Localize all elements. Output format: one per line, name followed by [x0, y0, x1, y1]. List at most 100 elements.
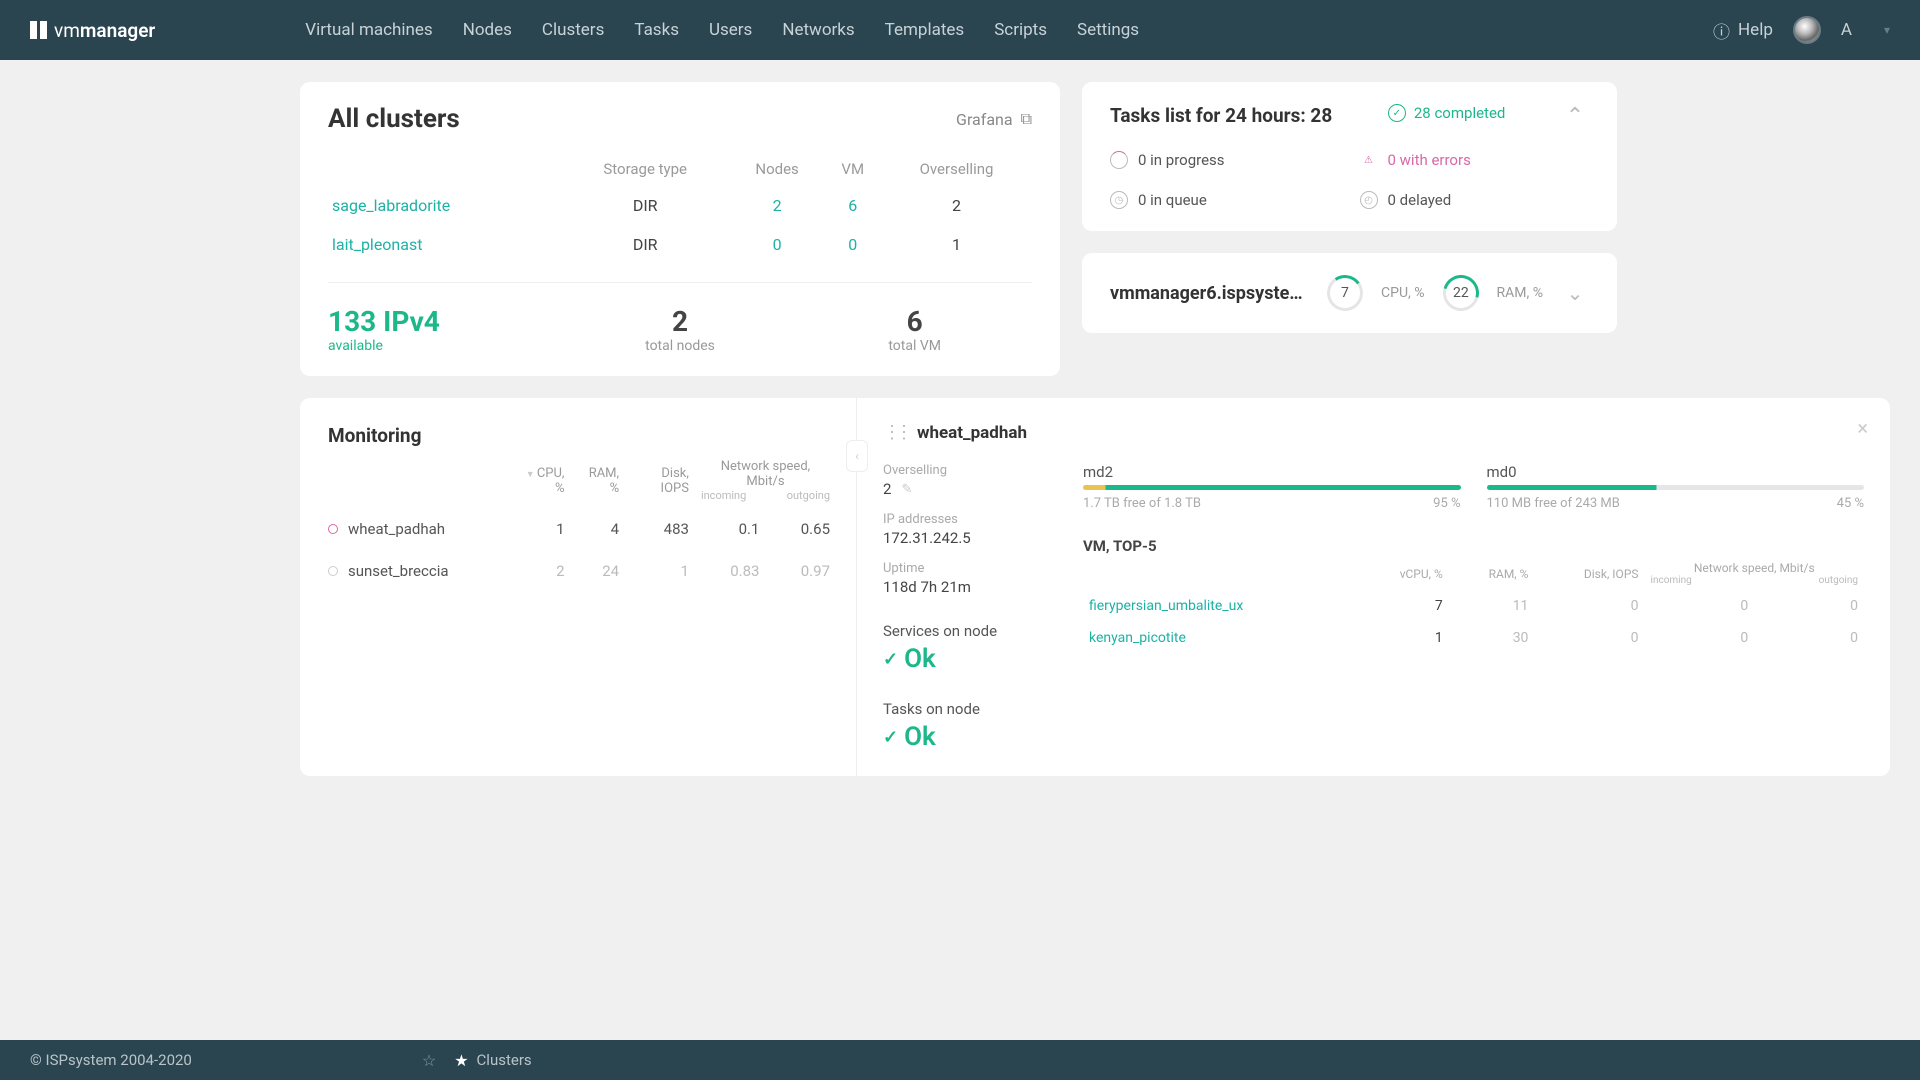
nav-users[interactable]: Users	[709, 20, 752, 40]
nav-vm[interactable]: Virtual machines	[305, 20, 432, 40]
table-row: sage_labradorite DIR 2 6 2	[328, 186, 1032, 225]
footer-tab-clusters[interactable]: ★ Clusters	[454, 1051, 531, 1070]
grafana-link[interactable]: Grafana ⧉	[956, 109, 1032, 129]
nav-tasks[interactable]: Tasks	[634, 20, 679, 40]
external-link-icon: ⧉	[1021, 109, 1032, 129]
ram-label: RAM, %	[1497, 285, 1543, 301]
col-net[interactable]: Network speed, Mbit/s incomingoutgoing	[1645, 557, 1864, 590]
nav-networks[interactable]: Networks	[782, 20, 854, 40]
cell-link[interactable]: 6	[848, 196, 857, 215]
status-dot-icon	[328, 566, 338, 576]
cell: DIR	[561, 225, 730, 264]
cell: 24	[571, 550, 626, 592]
vm-link[interactable]: kenyan_picotite	[1089, 630, 1186, 646]
col-ram[interactable]: RAM, %	[571, 453, 626, 508]
stat-ipv4: 133 IPv4	[328, 305, 563, 338]
chevron-down-icon[interactable]: ▾	[1884, 23, 1890, 37]
nav-scripts[interactable]: Scripts	[994, 20, 1047, 40]
nav-templates[interactable]: Templates	[885, 20, 965, 40]
disk-md0: md0 110 MB free of 243 MB 45 %	[1487, 463, 1865, 511]
cpu-ring: 7	[1324, 272, 1366, 314]
nav-nodes[interactable]: Nodes	[463, 20, 512, 40]
edit-icon[interactable]: ✎	[901, 482, 912, 497]
server-name: vmmanager6.ispsystem…	[1110, 283, 1309, 304]
label: 0 in queue	[1138, 191, 1207, 209]
collapse-icon[interactable]: ⌃	[1561, 104, 1589, 129]
monitoring-table: CPU, % RAM, % Disk, IOPS Network speed, …	[328, 453, 836, 592]
cell: 7	[1358, 590, 1449, 622]
expand-icon[interactable]: ⌄	[1561, 281, 1589, 305]
cell: 0	[1645, 622, 1755, 654]
col-disk[interactable]: Disk, IOPS	[625, 453, 695, 508]
warning-icon: ⚠	[1360, 151, 1378, 169]
tasks-title: Tasks list for 24 hours: 28	[1110, 104, 1332, 127]
stat-nodes: 2	[563, 305, 798, 338]
cell: 0.97	[765, 550, 836, 592]
monitoring-card: Monitoring CPU, % RAM, % Disk, IOPS Netw…	[300, 398, 1890, 776]
col-storage: Storage type	[561, 152, 730, 186]
col-net[interactable]: Network speed, Mbit/s incomingoutgoing	[695, 453, 836, 508]
check-icon: ✓	[883, 727, 898, 748]
cell-link[interactable]: 2	[773, 196, 782, 215]
star-outline-icon[interactable]: ☆	[422, 1051, 436, 1070]
col-vcpu[interactable]: vCPU, %	[1358, 557, 1449, 590]
help-link[interactable]: ⓘ Help	[1713, 18, 1773, 43]
avatar[interactable]	[1793, 16, 1821, 44]
cluster-link[interactable]: sage_labradorite	[332, 196, 450, 215]
clusters-card: All clusters Grafana ⧉ Storage type Node…	[300, 82, 1060, 376]
cell: 2	[881, 186, 1032, 225]
cell: DIR	[561, 186, 730, 225]
disk-free: 1.7 TB free of 1.8 TB	[1083, 496, 1201, 511]
cell: 0	[1645, 590, 1755, 622]
table-row[interactable]: wheat_padhah 1 4 483 0.1 0.65	[328, 508, 836, 550]
spinner-icon	[1110, 151, 1128, 169]
uptime-label: Uptime	[883, 561, 1053, 576]
cell-link[interactable]: 0	[848, 235, 857, 254]
user-name[interactable]: A	[1841, 20, 1852, 40]
drag-icon[interactable]: ⋮⋮	[883, 422, 907, 443]
cell: 0	[1534, 622, 1644, 654]
server-card: vmmanager6.ispsystem… 7 CPU, % 22 RAM, %…	[1082, 253, 1617, 333]
tasks-completed[interactable]: 28 completed	[1414, 104, 1506, 122]
disk-pct: 45 %	[1837, 496, 1864, 511]
monitoring-title: Monitoring	[328, 424, 421, 447]
disk-free: 110 MB free of 243 MB	[1487, 496, 1620, 511]
col-ram[interactable]: RAM, %	[1449, 557, 1535, 590]
stat-nodes-sub: total nodes	[563, 338, 798, 354]
services-status: ✓Ok	[883, 644, 1053, 674]
cell: 30	[1449, 622, 1535, 654]
clusters-title: All clusters	[328, 104, 460, 134]
col-disk[interactable]: Disk, IOPS	[1534, 557, 1644, 590]
vmtop-title: VM, TOP-5	[1083, 537, 1864, 555]
nav-clusters[interactable]: Clusters	[542, 20, 604, 40]
tasks-delayed: ◴ 0 delayed	[1360, 191, 1590, 209]
nav-settings[interactable]: Settings	[1077, 20, 1139, 40]
cell: 4	[571, 508, 626, 550]
table-row: kenyan_picotite 1 30 0 0 0	[1083, 622, 1864, 654]
col-overselling: Overselling	[881, 152, 1032, 186]
node-name: sunset_breccia	[348, 562, 449, 580]
cell: 483	[625, 508, 695, 550]
cell: 1	[625, 550, 695, 592]
ip-value: 172.31.242.5	[883, 529, 1053, 547]
node-name: wheat_padhah	[348, 520, 445, 538]
cell: 0.65	[765, 508, 836, 550]
tasks-node-label: Tasks on node	[883, 700, 1053, 718]
close-icon[interactable]: ×	[1857, 416, 1868, 440]
topbar: vmmanager Virtual machines Nodes Cluster…	[0, 0, 1920, 60]
table-row[interactable]: sunset_breccia 2 24 1 0.83 0.97	[328, 550, 836, 592]
tasks-errors[interactable]: ⚠ 0 with errors	[1360, 151, 1590, 169]
detail-title: wheat_padhah	[917, 423, 1027, 443]
cell: 0	[1754, 622, 1864, 654]
cell: 1	[881, 225, 1032, 264]
logo[interactable]: vmmanager	[30, 19, 155, 42]
tasks-node-status: ✓Ok	[883, 722, 1053, 752]
stat-vm-sub: total VM	[797, 338, 1032, 354]
cell-link[interactable]: 0	[773, 235, 782, 254]
col-cpu[interactable]: CPU, %	[508, 453, 571, 508]
cluster-link[interactable]: lait_pleonast	[332, 235, 422, 254]
vm-link[interactable]: fierypersian_umbalite_ux	[1089, 598, 1243, 614]
disk-name: md0	[1487, 463, 1865, 481]
col-vm: VM	[824, 152, 881, 186]
cpu-label: CPU, %	[1381, 285, 1425, 301]
